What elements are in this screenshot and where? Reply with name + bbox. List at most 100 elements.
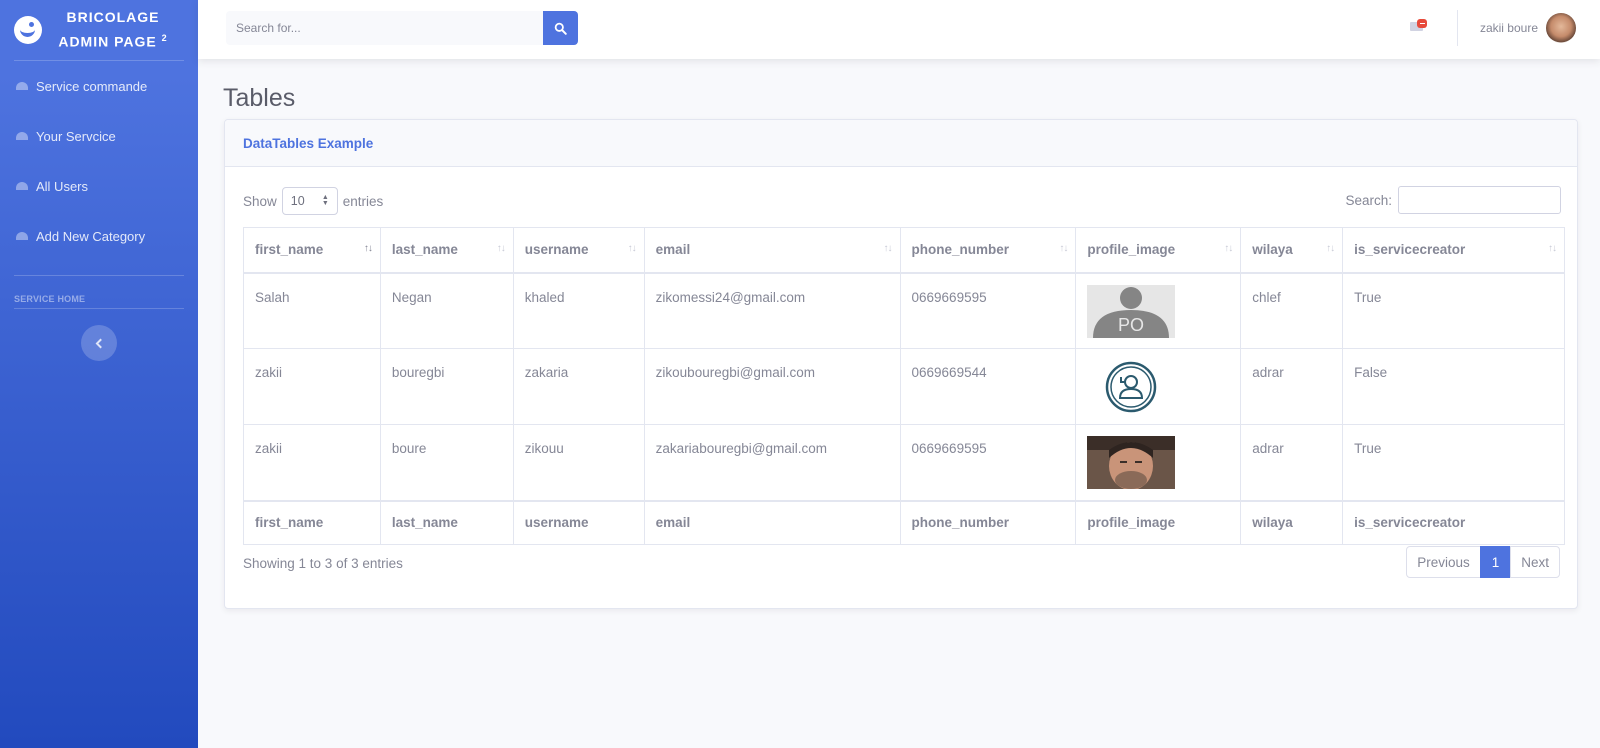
table-row: Salah Negan khaled zikomessi24@gmail.com… xyxy=(243,272,1565,349)
sidebar-toggle-button[interactable] xyxy=(81,325,117,361)
sidebar-item-your-service[interactable]: Your Servcice xyxy=(0,111,198,161)
cell-profile-image xyxy=(1075,424,1242,501)
column-header-label: is_servicecreator xyxy=(1354,242,1466,258)
table-info: Showing 1 to 3 of 3 entries xyxy=(243,556,403,571)
pagination-page-button[interactable]: 1 xyxy=(1479,546,1512,578)
brand-title: BRICOLAGE ADMIN PAGE 2 xyxy=(42,7,184,53)
cell-first-name: zakii xyxy=(243,424,381,501)
column-header-profile-image[interactable]: profile_image ↑↓ xyxy=(1075,227,1242,274)
search-label: Search: xyxy=(1345,192,1392,208)
sidebar: BRICOLAGE ADMIN PAGE 2 Service commande … xyxy=(0,0,198,748)
column-header-email[interactable]: email ↑↓ xyxy=(643,227,901,274)
column-header-is-servicecreator[interactable]: is_servicecreator ↑↓ xyxy=(1342,227,1565,274)
cell-email: zikoubouregbi@gmail.com xyxy=(643,348,901,425)
cell-last-name: boure xyxy=(379,424,514,501)
cell-phone-number: 0669669544 xyxy=(899,348,1077,425)
column-footer-phone-number: phone_number xyxy=(899,499,1077,545)
cell-phone-number: 0669669595 xyxy=(899,424,1077,501)
cell-email: zikomessi24@gmail.com xyxy=(643,272,901,349)
data-table: first_name ↑↓ last_name ↑↓ username ↑↓ emai… xyxy=(243,227,1565,545)
search-input[interactable] xyxy=(226,11,543,45)
sidebar-item-service-commande[interactable]: Service commande xyxy=(0,61,198,111)
cell-is-servicecreator: True xyxy=(1342,424,1565,501)
length-control: Show 10 ▲ ▼ entries xyxy=(243,187,383,215)
user-dropdown[interactable]: zakii boure xyxy=(1480,13,1576,43)
sidebar-item-add-new-category[interactable]: Add New Category xyxy=(0,211,198,261)
brand-line-2: ADMIN PAGE xyxy=(58,33,157,50)
sidebar-item-label: Service commande xyxy=(36,78,148,94)
sort-icon: ↑↓ xyxy=(1059,243,1068,254)
sidebar-item-label: Your Servcice xyxy=(36,128,116,144)
card-title: DataTables Example xyxy=(225,120,1577,167)
length-show-label: Show xyxy=(243,193,277,209)
table-row: zakii boure zikouu zakariabouregbi@gmail… xyxy=(243,424,1565,501)
column-header-wilaya[interactable]: wilaya ↑↓ xyxy=(1240,227,1344,274)
cell-phone-number: 0669669595 xyxy=(899,272,1077,349)
column-footer-email: email xyxy=(643,499,901,545)
search-button[interactable] xyxy=(543,11,578,45)
svg-text:PO: PO xyxy=(1118,315,1144,335)
cell-is-servicecreator: True xyxy=(1342,272,1565,349)
cell-profile-image: PO xyxy=(1075,272,1242,349)
search-icon xyxy=(554,22,567,35)
sidebar-brand[interactable]: BRICOLAGE ADMIN PAGE 2 xyxy=(0,0,198,60)
column-header-label: phone_number xyxy=(911,242,1010,258)
tachometer-icon xyxy=(16,82,28,90)
messages-badge xyxy=(1417,19,1427,28)
sidebar-item-label: All Users xyxy=(36,178,89,194)
table-search-input[interactable] xyxy=(1398,186,1561,214)
column-header-last-name[interactable]: last_name ↑↓ xyxy=(379,227,514,274)
sidebar-heading: SERVICE HOME xyxy=(14,294,86,304)
column-header-label: email xyxy=(655,242,691,258)
cell-wilaya: chlef xyxy=(1240,272,1344,349)
length-entries-label: entries xyxy=(342,193,384,209)
tachometer-icon xyxy=(16,182,28,190)
column-footer-wilaya: wilaya xyxy=(1240,499,1344,545)
chevron-left-icon xyxy=(95,338,106,348)
entries-select-value: 10 xyxy=(290,194,305,208)
sort-asc-icon: ↑↓ xyxy=(363,243,373,254)
sort-icon: ↑↓ xyxy=(496,243,506,254)
cell-wilaya: adrar xyxy=(1240,424,1344,501)
cell-username: khaled xyxy=(512,272,645,349)
topbar-search xyxy=(226,11,578,45)
topbar-divider xyxy=(1457,10,1458,46)
cell-username: zikouu xyxy=(512,424,645,501)
cell-is-servicecreator: False xyxy=(1342,348,1565,425)
table-filter: Search: xyxy=(1345,186,1561,214)
column-header-phone-number[interactable]: phone_number ↑↓ xyxy=(899,227,1077,274)
cell-last-name: Negan xyxy=(379,272,514,349)
datatable-card: DataTables Example Show 10 ▲ ▼ entries Se… xyxy=(224,119,1578,609)
cell-profile-image xyxy=(1075,348,1242,425)
column-footer-profile-image: profile_image xyxy=(1075,499,1242,545)
sidebar-divider xyxy=(14,308,184,309)
pagination-previous-button[interactable]: Previous xyxy=(1406,546,1481,578)
laugh-wink-icon xyxy=(14,16,42,44)
column-footer-last-name: last_name xyxy=(379,499,514,545)
avatar xyxy=(1546,13,1576,43)
pagination-next-button[interactable]: Next xyxy=(1510,546,1560,578)
tachometer-icon xyxy=(16,232,28,240)
column-header-label: profile_image xyxy=(1087,242,1176,258)
brand-line-1: BRICOLAGE xyxy=(66,9,160,26)
column-header-label: wilaya xyxy=(1252,242,1293,258)
pagination: Previous 1 Next xyxy=(1406,546,1560,578)
cell-email: zakariabouregbi@gmail.com xyxy=(643,424,901,501)
cell-last-name: bouregbi xyxy=(379,348,514,425)
cell-first-name: zakii xyxy=(243,348,381,425)
column-header-label: username xyxy=(524,242,589,258)
sort-icon: ↑↓ xyxy=(1326,243,1335,254)
column-header-username[interactable]: username ↑↓ xyxy=(512,227,645,274)
table-footer-row: first_name last_name username email phon… xyxy=(243,499,1565,545)
cell-first-name: Salah xyxy=(243,272,381,349)
sidebar-item-all-users[interactable]: All Users xyxy=(0,161,198,211)
tachometer-icon xyxy=(16,132,28,140)
page-title: Tables xyxy=(223,84,296,112)
user-name: zakii boure xyxy=(1479,21,1538,35)
column-footer-is-servicecreator: is_servicecreator xyxy=(1342,499,1565,545)
select-arrows-icon: ▲ ▼ xyxy=(321,194,329,207)
brand-sup: 2 xyxy=(161,33,168,44)
entries-select[interactable]: 10 ▲ ▼ xyxy=(281,187,338,215)
column-header-first-name[interactable]: first_name ↑↓ xyxy=(243,227,381,274)
sort-icon: ↑↓ xyxy=(883,243,893,254)
